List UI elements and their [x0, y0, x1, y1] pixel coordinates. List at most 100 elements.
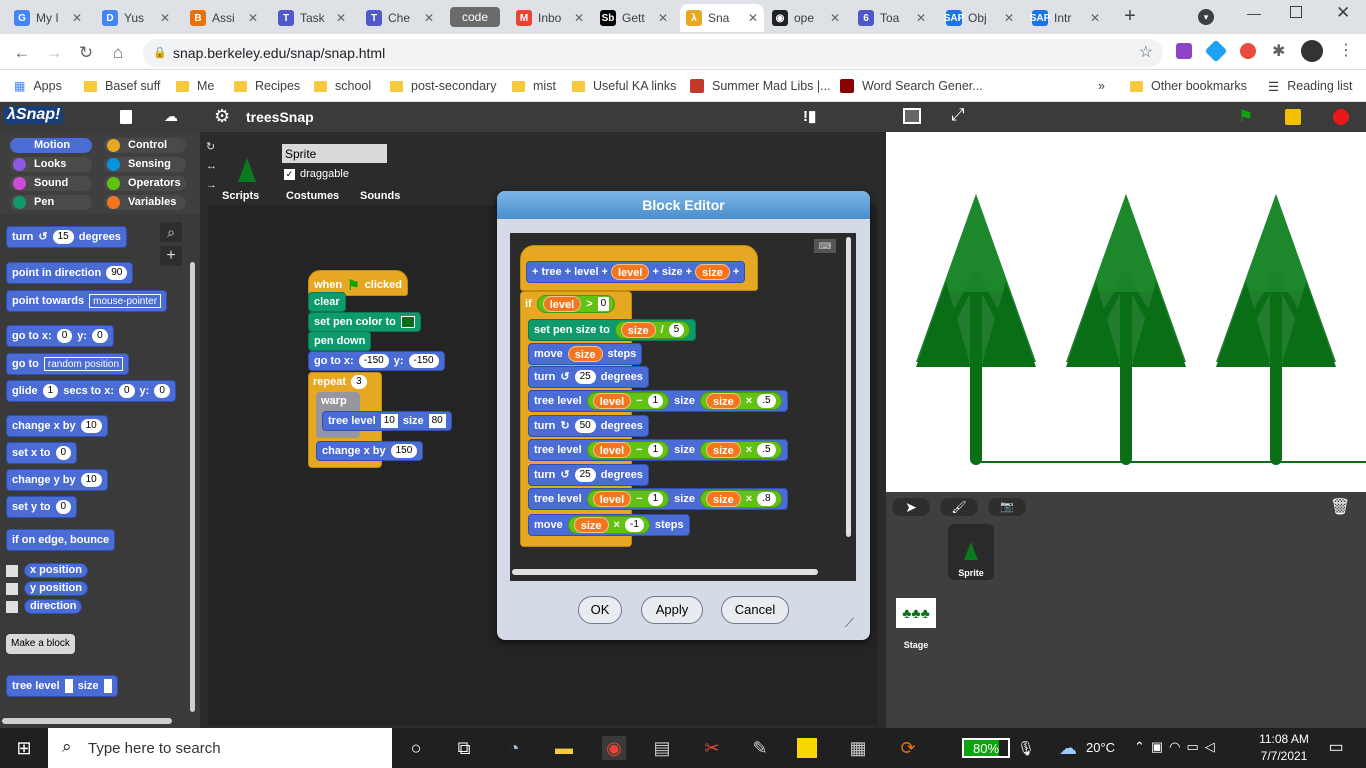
tab-close-icon[interactable]: ✕ — [570, 11, 584, 25]
divisor-input[interactable]: 5 — [668, 323, 685, 337]
point-towards-block[interactable]: point towards mouse-pointer — [6, 290, 168, 312]
keyboard-icon[interactable]: ⌨ — [814, 239, 836, 253]
windows-start-icon[interactable]: ⊞ — [12, 736, 36, 760]
back-arrow-icon[interactable]: ← — [10, 41, 34, 65]
chrome-menu-icon[interactable]: ⋮ — [1338, 40, 1354, 60]
tab-close-icon[interactable]: ✕ — [332, 11, 346, 25]
category-sensing[interactable]: Sensing — [104, 157, 186, 172]
repeat-count-input[interactable]: 3 — [351, 375, 367, 389]
arrow-tool-icon[interactable]: ➤ — [892, 498, 930, 516]
plus-icon[interactable]: + — [565, 261, 571, 283]
divide-block[interactable]: size / 5 — [614, 321, 691, 339]
category-looks[interactable]: Looks — [10, 157, 92, 172]
turn-degrees-input[interactable]: 25 — [574, 468, 596, 482]
scale-input[interactable]: -1 — [624, 518, 644, 532]
plus-icon[interactable]: + — [602, 261, 608, 283]
minus-one-input[interactable]: 1 — [647, 492, 664, 506]
point-dir-val-input[interactable]: 90 — [106, 266, 128, 280]
turn-left-25-block-2[interactable]: turn ↺ 25 degrees — [528, 464, 649, 486]
extension-shapes-icon[interactable] — [1240, 43, 1256, 59]
palette-search-icon[interactable]: ⌕ — [160, 222, 182, 242]
cloud-menu-icon[interactable]: ☁ — [164, 108, 178, 125]
restore-window-icon[interactable] — [1290, 6, 1302, 18]
category-sound[interactable]: Sound — [10, 176, 92, 191]
tab-costumes[interactable]: Costumes — [286, 190, 339, 202]
sprite-name-input[interactable] — [282, 144, 387, 163]
times-block[interactable]: size × .5 — [699, 392, 782, 410]
bookmark-item[interactable]: Summer Mad Libs |... — [690, 77, 831, 95]
tree-level-call-block[interactable]: tree level 10 size 80 — [322, 411, 452, 431]
set-y-val-input[interactable]: 0 — [55, 500, 72, 514]
minus-one-input[interactable]: 1 — [647, 394, 664, 408]
green-flag-icon[interactable]: ⚑ — [1238, 107, 1253, 127]
category-control[interactable]: Control — [104, 138, 186, 153]
size-var[interactable]: size — [705, 393, 741, 409]
tree-size-input[interactable]: 80 — [428, 414, 446, 428]
close-window-icon[interactable]: ✕ — [1336, 3, 1350, 23]
bookmark-star-icon[interactable]: ☆ — [1139, 39, 1153, 67]
tab-close-icon[interactable]: ✕ — [1000, 11, 1014, 25]
stage-icon-card[interactable]: ♣♣♣ Stage — [896, 598, 936, 654]
plus-icon[interactable]: + — [733, 261, 739, 283]
size-var[interactable]: size — [567, 346, 603, 362]
times-block[interactable]: size × .8 — [699, 490, 782, 508]
bookmark-item[interactable]: Word Search Gener... — [840, 77, 983, 95]
reload-icon[interactable]: ↻ — [74, 41, 98, 65]
browser-tab[interactable]: D Yus ✕ — [96, 4, 176, 32]
size-var[interactable]: size — [705, 442, 741, 458]
unused-blocks-icon[interactable]: !▮ — [803, 107, 816, 125]
plus-icon[interactable]: + — [686, 261, 692, 283]
level-var[interactable]: level — [542, 296, 582, 312]
size-var[interactable]: size — [620, 322, 656, 338]
settings-gear-icon[interactable]: ⚙ — [214, 106, 230, 127]
goto-x-input[interactable]: 0 — [56, 329, 73, 343]
set-pen-color-block[interactable]: set pen color to — [308, 312, 421, 332]
stop-sign-icon[interactable] — [1333, 109, 1349, 125]
snap-logo[interactable]: λSnap! — [4, 106, 64, 124]
palette-horizontal-scrollbar[interactable] — [2, 718, 172, 724]
minus-block[interactable]: level −1 — [586, 441, 670, 459]
change-x-input[interactable]: 150 — [390, 444, 418, 458]
browser-tab[interactable]: code — [450, 7, 500, 27]
task-view-icon[interactable]: ⧉ — [452, 736, 476, 760]
profile-avatar[interactable] — [1301, 40, 1323, 62]
make-a-block-button[interactable]: Make a block — [6, 634, 75, 654]
extension-diamond-icon[interactable] — [1204, 39, 1228, 63]
bookmark-item[interactable]: ▦ Apps — [14, 77, 62, 95]
category-variables[interactable]: Variables — [104, 195, 186, 210]
cortana-icon[interactable]: ○ — [404, 736, 428, 760]
clock-date[interactable]: 7/7/2021 — [1256, 749, 1312, 763]
tree-recursive-call-2[interactable]: tree level level −1 size size × .5 — [528, 439, 788, 461]
tray-icons[interactable]: ⌃▣◠▭◁ — [1134, 739, 1221, 755]
browser-tab[interactable]: SAP Obj ✕ — [940, 4, 1020, 32]
paintbrush-icon[interactable]: 🖌 — [940, 498, 978, 516]
minimize-window-icon[interactable]: — — [1247, 5, 1261, 21]
level-var[interactable]: level — [592, 442, 632, 458]
goto-block[interactable]: go to random position — [6, 353, 130, 375]
minus-one-input[interactable]: 1 — [647, 443, 664, 457]
goto-y-input[interactable]: 0 — [92, 329, 108, 343]
sticky-notes-icon[interactable] — [797, 738, 817, 758]
tab-sounds[interactable]: Sounds — [360, 190, 400, 202]
tab-search-icon[interactable]: ▾ — [1198, 9, 1214, 25]
point-direction-block[interactable]: point in direction 90 — [6, 262, 134, 284]
turn-degrees-input[interactable]: 50 — [574, 419, 596, 433]
browser-tab[interactable]: T Task ✕ — [272, 4, 352, 32]
clear-block[interactable]: clear — [308, 292, 346, 312]
music-app-icon[interactable]: ⟳ — [896, 736, 920, 760]
cancel-button[interactable]: Cancel — [721, 596, 789, 624]
vertical-scrollbar[interactable] — [846, 237, 851, 537]
plus-icon[interactable]: + — [532, 261, 538, 283]
category-pen[interactable]: Pen — [10, 195, 92, 210]
glide-block[interactable]: glide 1 secs to x: 0 y: 0 — [6, 380, 176, 402]
set-x-block[interactable]: set x to 0 — [6, 442, 78, 464]
taskbar-search-box[interactable]: ⌕ Type here to search — [48, 728, 392, 768]
scale-input[interactable]: .8 — [757, 492, 776, 506]
tree-recursive-call-3[interactable]: tree level level −1 size size × .8 — [528, 488, 788, 510]
block-editor-body[interactable]: ⌨ + tree + level + level + size + size +… — [510, 233, 856, 581]
set-y-block[interactable]: set y to 0 — [6, 496, 78, 518]
tree-level-input[interactable]: 10 — [380, 414, 398, 428]
paint-app-icon[interactable]: ◔ — [502, 736, 526, 760]
set-x-val-input[interactable]: 0 — [55, 446, 72, 460]
change-y-block[interactable]: change y by 10 — [6, 469, 108, 491]
